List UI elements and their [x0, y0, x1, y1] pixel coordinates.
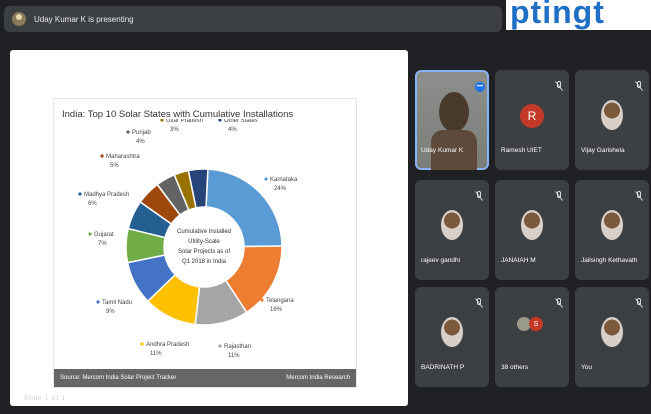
footer-credit: Mercom India Research: [286, 375, 350, 381]
participant-name: Ramesh UIET: [501, 147, 542, 154]
participant-name: Uday Kumar K: [421, 147, 464, 154]
presenter-bar: Uday Kumar K is presenting: [4, 6, 502, 32]
participant-tile[interactable]: BADRINATH P: [415, 287, 489, 387]
mic-off-icon: [475, 188, 483, 201]
avatar: [601, 210, 623, 240]
participant-tile[interactable]: JANAIAH M: [495, 180, 569, 280]
slice-percent-label: 24%: [274, 186, 287, 192]
avatar: [441, 210, 463, 240]
legend-dot: [218, 344, 222, 348]
avatar: S: [529, 317, 543, 331]
center-label-line: Utility-Scale: [188, 239, 220, 245]
legend-dot: [260, 298, 264, 302]
slice-label: Madhya Pradesh: [84, 192, 129, 198]
more-options-icon[interactable]: •••: [475, 82, 485, 92]
mic-off-icon: [555, 295, 563, 308]
participant-name: JANAIAH M: [501, 257, 536, 264]
mic-off-icon: [555, 78, 563, 91]
slice-percent-label: 9%: [106, 309, 115, 315]
center-label-line: Solar Projects as of: [178, 249, 230, 255]
slice-label: Maharashtra: [106, 154, 140, 160]
participant-name: You: [581, 364, 592, 371]
mic-off-icon: [635, 295, 643, 308]
avatar: R: [520, 104, 544, 128]
slide-counter: Slide 1 of 1: [24, 396, 67, 402]
participant-name: rajeev gandhi: [421, 257, 461, 264]
mic-off-icon: [555, 188, 563, 201]
legend-dot: [140, 342, 144, 346]
participant-name: Jailsingh Kethavath: [581, 257, 638, 264]
participant-tile[interactable]: Vijay Garishela: [575, 70, 649, 170]
participant-tile[interactable]: Jailsingh Kethavath: [575, 180, 649, 280]
legend-dot: [218, 119, 222, 122]
slice-label: Andhra Pradesh: [146, 342, 189, 348]
legend-dot: [96, 300, 100, 304]
slice-percent-label: 7%: [98, 241, 107, 247]
overlay-caption-text: ptingt: [510, 0, 605, 30]
avatar: [601, 100, 623, 130]
slice-percent-label: 6%: [88, 201, 97, 207]
center-label-line: Q1 2018 in India: [182, 259, 227, 265]
slice-percent-label: 4%: [228, 127, 237, 133]
slice-label: Other States: [224, 119, 258, 124]
slide: India: Top 10 Solar States with Cumulati…: [53, 98, 357, 388]
legend-dot: [88, 232, 92, 236]
mic-off-icon: [475, 295, 483, 308]
participant-tile[interactable]: ••• Uday Kumar K: [415, 70, 489, 170]
slice-percent-label: 3%: [170, 127, 179, 133]
avatar: [521, 210, 543, 240]
slice-label: Karnataka: [270, 177, 298, 183]
mic-off-icon: [635, 78, 643, 91]
legend-dot: [160, 119, 164, 122]
legend-dot: [78, 192, 82, 196]
footer-source: Source: Mercom India Solar Project Track…: [60, 375, 177, 381]
slide-footer: Source: Mercom India Solar Project Track…: [54, 369, 356, 387]
slice-label: Uttar Pradesh: [166, 119, 203, 124]
legend-dot: [100, 154, 104, 158]
participant-name: Vijay Garishela: [581, 147, 625, 154]
overlay-caption: ptingt: [506, 0, 651, 30]
donut-chart: Karnataka 24% Telangana 16% Rajasthan 11% Andh…: [78, 119, 298, 359]
avatar: [601, 317, 623, 347]
slice-label: Gujarat: [94, 232, 114, 238]
slice-percent-label: 11%: [150, 351, 162, 357]
slice-percent-label: 11%: [228, 353, 240, 359]
center-label-line: Cumulative Installed: [177, 229, 231, 235]
avatar: [441, 317, 463, 347]
presenter-avatar-icon: [12, 12, 26, 26]
presenter-text: Uday Kumar K is presenting: [34, 14, 134, 24]
slice-percent-label: 5%: [110, 163, 119, 169]
legend-dot: [264, 177, 268, 181]
slice-label: Telangana: [266, 298, 294, 304]
slice-percent-label: 16%: [270, 307, 283, 313]
participant-tile[interactable]: rajeev gandhi: [415, 180, 489, 280]
slice-label: Rajasthan: [224, 344, 251, 350]
participant-name: BADRINATH P: [421, 364, 465, 371]
participant-tile[interactable]: R Ramesh UIET: [495, 70, 569, 170]
presentation-stage: India: Top 10 Solar States with Cumulati…: [10, 50, 408, 406]
participant-name: 38 others: [501, 364, 529, 371]
mic-off-icon: [635, 188, 643, 201]
slice-label: Tamil Nadu: [102, 300, 132, 306]
participant-tile[interactable]: You: [575, 287, 649, 387]
legend-dot: [126, 130, 130, 134]
participant-tile[interactable]: S 38 others: [495, 287, 569, 387]
slice-label: Punjab: [132, 130, 151, 136]
slice-percent-label: 4%: [136, 139, 145, 145]
